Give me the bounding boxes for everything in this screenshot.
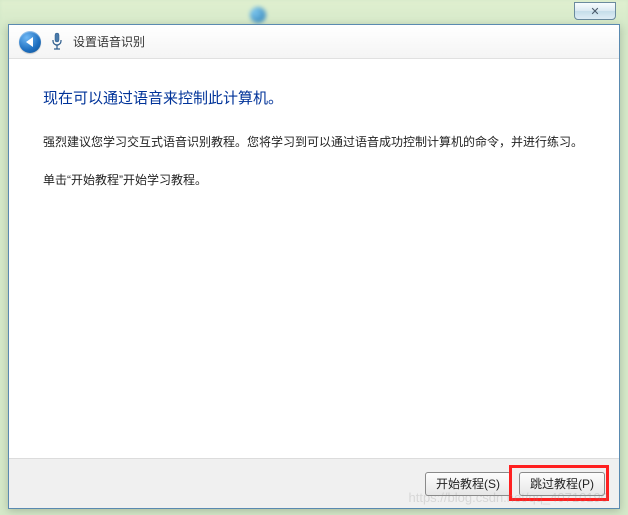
back-arrow-icon (26, 37, 33, 47)
skip-tutorial-button[interactable]: 跳过教程(P) (519, 472, 605, 496)
close-icon: ✕ (590, 5, 599, 18)
start-tutorial-button[interactable]: 开始教程(S) (425, 472, 511, 496)
wizard-title: 设置语音识别 (73, 33, 145, 50)
wizard-dialog: 设置语音识别 现在可以通过语音来控制此计算机。 强烈建议您学习交互式语音识别教程… (8, 24, 620, 509)
wizard-body: 现在可以通过语音来控制此计算机。 强烈建议您学习交互式语音识别教程。您将学习到可… (9, 59, 619, 458)
globe-icon (250, 7, 266, 23)
main-heading: 现在可以通过语音来控制此计算机。 (43, 87, 585, 108)
back-button[interactable] (19, 31, 41, 53)
wizard-footer: 开始教程(S) 跳过教程(P) (9, 458, 619, 508)
body-paragraph-2: 单击“开始教程”开始学习教程。 (43, 170, 585, 190)
wizard-header: 设置语音识别 (9, 25, 619, 59)
close-button[interactable]: ✕ (574, 2, 616, 20)
body-paragraph-1: 强烈建议您学习交互式语音识别教程。您将学习到可以通过语音成功控制计算机的命令，并… (43, 132, 585, 152)
microphone-icon (49, 32, 65, 52)
